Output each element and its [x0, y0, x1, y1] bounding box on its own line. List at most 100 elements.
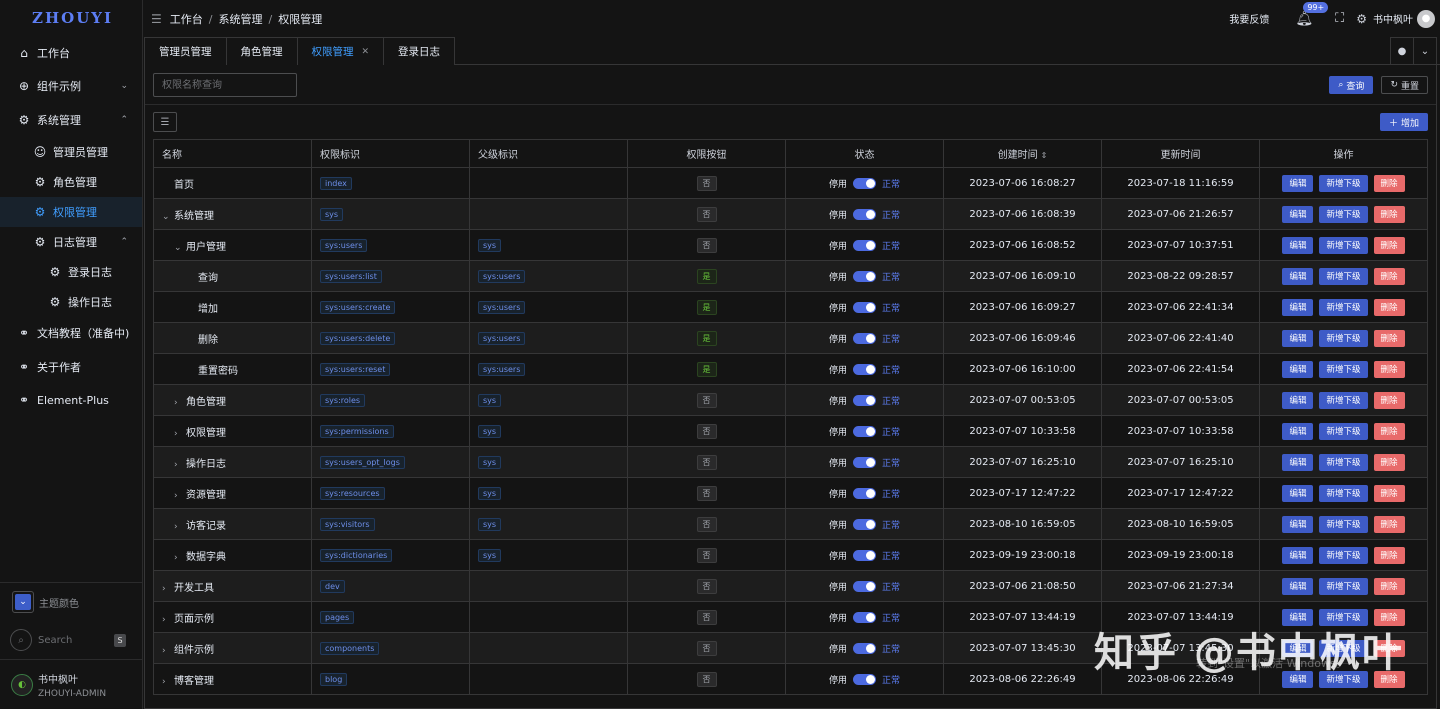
edit-button[interactable]: 编辑: [1282, 608, 1314, 626]
status-switch[interactable]: 停用 正常: [829, 487, 900, 500]
edit-button[interactable]: 编辑: [1282, 546, 1314, 564]
tab-admin-management[interactable]: 管理员管理: [144, 37, 227, 65]
chevron-right-icon[interactable]: ›: [162, 615, 174, 625]
sidebar-item[interactable]: ⊕ 组件示例 ⌄: [0, 70, 142, 104]
sidebar-item[interactable]: ⚙ 系统管理 ⌃: [0, 103, 142, 137]
sidebar-item[interactable]: ⚙ 权限管理: [0, 196, 142, 227]
edit-button[interactable]: 编辑: [1282, 360, 1314, 378]
delete-button[interactable]: 删除: [1373, 391, 1405, 409]
status-switch[interactable]: 停用 正常: [829, 208, 900, 221]
status-switch[interactable]: 停用 正常: [829, 673, 900, 686]
delete-button[interactable]: 删除: [1373, 360, 1405, 378]
add-child-button[interactable]: 新增下级: [1319, 453, 1368, 471]
status-switch[interactable]: 停用 正常: [829, 239, 900, 252]
delete-button[interactable]: 删除: [1373, 329, 1405, 347]
delete-button[interactable]: 删除: [1373, 236, 1405, 254]
delete-button[interactable]: 删除: [1373, 484, 1405, 502]
chevron-down-icon[interactable]: ⌄: [1413, 37, 1437, 65]
delete-button[interactable]: 删除: [1373, 174, 1405, 192]
theme-color-row[interactable]: ⌄ 主题颜色: [0, 583, 142, 621]
switch-track[interactable]: [853, 611, 876, 623]
chevron-right-icon[interactable]: ›: [174, 491, 186, 501]
chevron-right-icon[interactable]: ›: [174, 398, 186, 408]
status-switch[interactable]: 停用 正常: [829, 270, 900, 283]
sidebar-search[interactable]: ⌕ Search S: [0, 621, 142, 659]
delete-button[interactable]: 删除: [1373, 422, 1405, 440]
add-button[interactable]: ＋增加: [1379, 113, 1428, 131]
edit-button[interactable]: 编辑: [1282, 577, 1314, 595]
status-switch[interactable]: 停用 正常: [829, 642, 900, 655]
add-child-button[interactable]: 新增下级: [1319, 360, 1368, 378]
tab-permission-management[interactable]: 权限管理 ✕: [296, 37, 385, 65]
switch-track[interactable]: [853, 363, 876, 375]
switch-track[interactable]: [853, 177, 876, 189]
avatar[interactable]: ●: [1417, 9, 1435, 28]
sidebar-item[interactable]: ⚭ 关于作者: [0, 350, 142, 384]
status-switch[interactable]: 停用 正常: [829, 332, 900, 345]
edit-button[interactable]: 编辑: [1282, 391, 1314, 409]
header-user-name[interactable]: 书中枫叶: [1373, 11, 1413, 26]
fullscreen-icon[interactable]: ⛶: [1335, 11, 1344, 26]
breadcrumb-item[interactable]: 工作台: [170, 13, 203, 26]
switch-track[interactable]: [853, 549, 876, 561]
chevron-right-icon[interactable]: ›: [174, 429, 186, 439]
bell-icon[interactable]: 🔔︎ 99+: [1295, 1, 1329, 27]
delete-button[interactable]: 删除: [1373, 298, 1405, 316]
close-icon[interactable]: ✕: [362, 47, 370, 57]
add-child-button[interactable]: 新增下级: [1319, 577, 1368, 595]
switch-track[interactable]: [853, 332, 876, 344]
status-switch[interactable]: 停用 正常: [829, 363, 900, 376]
tab-login-log[interactable]: 登录日志: [383, 37, 456, 65]
chevron-down-icon[interactable]: ⌄: [162, 212, 174, 222]
edit-button[interactable]: 编辑: [1282, 639, 1314, 657]
status-switch[interactable]: 停用 正常: [829, 549, 900, 562]
status-switch[interactable]: 停用 正常: [829, 580, 900, 593]
switch-track[interactable]: [853, 394, 876, 406]
switch-track[interactable]: [853, 518, 876, 530]
sidebar-item[interactable]: ⚙ 操作日志: [0, 287, 142, 317]
sidebar-item[interactable]: ⚙ 登录日志: [0, 257, 142, 287]
switch-track[interactable]: [853, 270, 876, 282]
switch-track[interactable]: [853, 673, 876, 685]
edit-button[interactable]: 编辑: [1282, 298, 1314, 316]
add-child-button[interactable]: 新增下级: [1319, 236, 1368, 254]
query-button[interactable]: ⌕ 查询: [1329, 76, 1374, 94]
delete-button[interactable]: 删除: [1373, 267, 1405, 285]
switch-track[interactable]: [853, 580, 876, 592]
edit-button[interactable]: 编辑: [1282, 205, 1314, 223]
sidebar-item[interactable]: ⌂ 工作台: [0, 36, 142, 70]
status-switch[interactable]: 停用 正常: [829, 611, 900, 624]
switch-track[interactable]: [853, 239, 876, 251]
add-child-button[interactable]: 新增下级: [1319, 608, 1368, 626]
sidebar-item[interactable]: ⚙ 角色管理: [0, 167, 142, 197]
chevron-right-icon[interactable]: ›: [162, 584, 174, 594]
add-child-button[interactable]: 新增下级: [1319, 298, 1368, 316]
chevron-right-icon[interactable]: ›: [174, 460, 186, 470]
edit-button[interactable]: 编辑: [1282, 670, 1314, 688]
switch-track[interactable]: [853, 425, 876, 437]
add-child-button[interactable]: 新增下级: [1319, 515, 1368, 533]
add-child-button[interactable]: 新增下级: [1319, 174, 1368, 192]
status-switch[interactable]: 停用 正常: [829, 425, 900, 438]
edit-button[interactable]: 编辑: [1282, 453, 1314, 471]
delete-button[interactable]: 删除: [1373, 577, 1405, 595]
switch-track[interactable]: [853, 642, 876, 654]
chevron-right-icon[interactable]: ›: [174, 553, 186, 563]
add-child-button[interactable]: 新增下级: [1319, 484, 1368, 502]
edit-button[interactable]: 编辑: [1282, 267, 1314, 285]
theme-color-picker[interactable]: ⌄: [12, 591, 34, 613]
edit-button[interactable]: 编辑: [1282, 515, 1314, 533]
chevron-down-icon[interactable]: ⌄: [174, 243, 186, 253]
edit-button[interactable]: 编辑: [1282, 236, 1314, 254]
sidebar-item[interactable]: ☺ 管理员管理: [0, 137, 142, 167]
add-child-button[interactable]: 新增下级: [1319, 422, 1368, 440]
sidebar-item[interactable]: ⚭ 文档教程（准备中): [0, 317, 142, 351]
switch-track[interactable]: [853, 301, 876, 313]
sidebar-item[interactable]: ⚙ 日志管理 ⌃: [0, 227, 142, 257]
breadcrumb-item[interactable]: 系统管理: [218, 13, 262, 26]
sort-icon[interactable]: ⇕: [1041, 151, 1048, 160]
gear-icon[interactable]: ⚙: [1356, 12, 1367, 26]
delete-button[interactable]: 删除: [1373, 608, 1405, 626]
status-switch[interactable]: 停用 正常: [829, 518, 900, 531]
switch-track[interactable]: [853, 456, 876, 468]
